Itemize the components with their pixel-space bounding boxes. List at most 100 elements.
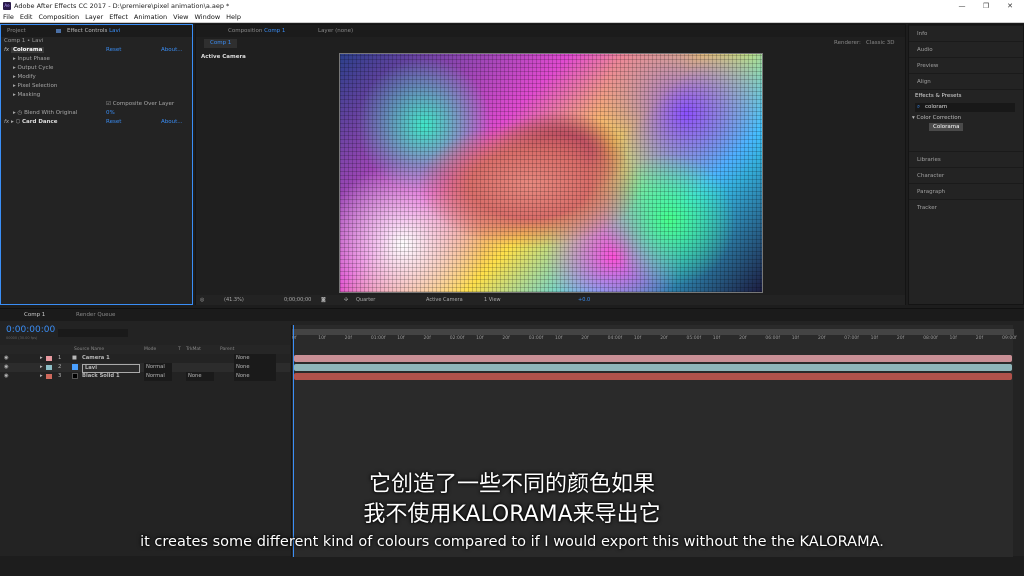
panel-character[interactable]: Character bbox=[909, 167, 1023, 183]
menu-composition[interactable]: Composition bbox=[35, 12, 82, 23]
about-button[interactable]: About... bbox=[161, 46, 183, 55]
ruler-tick-label: 20f bbox=[502, 336, 510, 341]
menu-layer[interactable]: Layer bbox=[82, 12, 106, 23]
lock-icon bbox=[56, 29, 61, 33]
magnify-icon[interactable]: ◎ bbox=[200, 295, 204, 305]
eye-icon[interactable]: ◉ bbox=[4, 363, 9, 372]
prop-input-phase[interactable]: ▸ Input Phase bbox=[1, 55, 192, 64]
panel-paragraph[interactable]: Paragraph bbox=[909, 183, 1023, 199]
layer-bar-camera[interactable] bbox=[294, 355, 1012, 362]
menu-animation[interactable]: Animation bbox=[131, 12, 170, 23]
ruler-tick-label: 10f bbox=[791, 336, 799, 341]
trkmat-dropdown[interactable]: None bbox=[186, 372, 214, 381]
layer-row[interactable]: ◉ ▸ 2 Lavi Normal None bbox=[0, 363, 290, 373]
subtitle-zh-line-1: 它创造了一些不同的颜色如果 bbox=[368, 472, 655, 497]
ruler-tick-label: 08:00f bbox=[923, 336, 938, 341]
mode-dropdown[interactable]: Normal bbox=[144, 372, 172, 381]
parent-dropdown[interactable]: None bbox=[234, 354, 276, 363]
menu-file[interactable]: File bbox=[0, 12, 17, 23]
solid-icon bbox=[72, 373, 78, 379]
layer-bar-lavi[interactable] bbox=[294, 364, 1012, 371]
time-ruler[interactable]: 0f 10f 20f 01:00f 10f 20f 02:00f 10f 20f 03:00f 10… bbox=[292, 336, 1017, 346]
color-icon[interactable]: ✣ bbox=[344, 295, 348, 305]
prop-output-cycle[interactable]: ▸ Output Cycle bbox=[1, 64, 192, 73]
ruler-tick-label: 20f bbox=[896, 336, 905, 341]
layer-name: Camera 1 bbox=[82, 355, 110, 361]
menu-window[interactable]: Window bbox=[192, 12, 224, 23]
effect-row-card-dance[interactable]: fx ▸ ⬡ Card Dance Reset About... bbox=[1, 118, 192, 127]
minimize-button[interactable]: — bbox=[950, 0, 974, 12]
prop-masking[interactable]: ▸ Masking bbox=[1, 91, 192, 100]
ruler-tick-label: 10f bbox=[555, 336, 563, 341]
tab-layer[interactable]: Layer (none) bbox=[318, 26, 353, 36]
effects-search-input[interactable]: coloram bbox=[915, 103, 1015, 112]
panel-tracker[interactable]: Tracker bbox=[909, 199, 1023, 215]
effect-row-colorama[interactable]: fx Colorama Reset About... bbox=[1, 46, 192, 55]
prop-pixel-selection[interactable]: ▸ Pixel Selection bbox=[1, 82, 192, 91]
eye-icon[interactable]: ◉ bbox=[4, 372, 9, 381]
composition-viewer[interactable] bbox=[339, 53, 763, 293]
composite-checkbox[interactable]: ☑ Composite Over Layer bbox=[1, 100, 192, 109]
label-color[interactable] bbox=[46, 356, 52, 361]
menu-effect[interactable]: Effect bbox=[106, 12, 131, 23]
camera-snapshot-icon[interactable]: ◙ bbox=[321, 295, 326, 305]
layer-search-input[interactable] bbox=[58, 329, 128, 337]
tab-effect-controls[interactable]: Effect Controls Lavi bbox=[67, 26, 120, 36]
comp-subtab[interactable]: Comp 1 bbox=[204, 39, 238, 48]
menu-view[interactable]: View bbox=[170, 12, 191, 23]
eye-icon[interactable]: ◉ bbox=[4, 354, 9, 363]
parent-dropdown[interactable]: None bbox=[234, 363, 276, 372]
maximize-button[interactable]: ❐ bbox=[974, 0, 998, 12]
tab-composition[interactable]: Composition Comp 1 bbox=[228, 26, 285, 36]
panel-preview[interactable]: Preview bbox=[909, 57, 1023, 73]
frame-rate: 00000 (30.00 fps) bbox=[6, 336, 38, 340]
composition-panel: Composition Comp 1 Layer (none) Comp 1 R… bbox=[195, 24, 906, 305]
reset-button[interactable]: Reset bbox=[106, 118, 121, 127]
ruler-tick-label: 20f bbox=[423, 336, 431, 341]
ruler-tick-label: 10f bbox=[633, 336, 642, 341]
exposure-value[interactable]: +0.0 bbox=[578, 295, 590, 305]
panel-align[interactable]: Align bbox=[909, 73, 1023, 89]
ruler-tick-label: 10f bbox=[397, 336, 405, 341]
tab-project[interactable]: Project bbox=[7, 26, 26, 36]
ruler-tick-label: 06:00f bbox=[765, 336, 780, 341]
zoom-dropdown[interactable]: (41.3%) bbox=[224, 295, 244, 305]
panel-info[interactable]: Info bbox=[909, 25, 1023, 41]
current-timecode[interactable]: 0:00:00:00 bbox=[6, 325, 55, 335]
layer-bar-solid[interactable] bbox=[294, 373, 1012, 380]
renderer-value[interactable]: Classic 3D bbox=[866, 40, 895, 46]
ruler-tick-label: 03:00f bbox=[528, 336, 544, 341]
ruler-tick-label: 20f bbox=[344, 336, 352, 341]
about-button[interactable]: About... bbox=[161, 118, 183, 127]
mode-dropdown[interactable]: Normal bbox=[144, 363, 172, 372]
views-dropdown[interactable]: 1 View bbox=[484, 295, 501, 305]
effect-name: Colorama bbox=[10, 47, 45, 53]
result-colorama[interactable]: Colorama bbox=[929, 123, 964, 131]
category-color-correction[interactable]: ▾ Color Correction bbox=[912, 114, 961, 123]
work-area-bar[interactable] bbox=[292, 329, 1014, 335]
parent-dropdown[interactable]: None bbox=[234, 372, 276, 381]
menu-edit[interactable]: Edit bbox=[17, 12, 36, 23]
ruler-tick-label: 07:00f bbox=[844, 336, 859, 341]
camera-dropdown[interactable]: Active Camera bbox=[426, 295, 463, 305]
panel-libraries[interactable]: Libraries bbox=[909, 151, 1023, 167]
label-color[interactable] bbox=[46, 374, 52, 379]
menu-help[interactable]: Help bbox=[223, 12, 244, 23]
layer-row[interactable]: ◉ ▸ 3 Black Solid 1 Normal None None bbox=[0, 372, 290, 381]
close-button[interactable]: ✕ bbox=[998, 0, 1022, 12]
resolution-dropdown[interactable]: Quarter bbox=[356, 295, 375, 305]
reset-button[interactable]: Reset bbox=[106, 46, 121, 55]
tab-render-queue[interactable]: Render Queue bbox=[76, 310, 115, 320]
effects-presets-title: Effects & Presets bbox=[915, 93, 962, 99]
tab-comp-1[interactable]: Comp 1 bbox=[24, 310, 45, 320]
layer-row[interactable]: ◉ ▸ 1 ■ Camera 1 None bbox=[0, 354, 290, 363]
label-color[interactable] bbox=[46, 365, 52, 370]
panel-audio[interactable]: Audio bbox=[909, 41, 1023, 57]
ruler-tick-label: 20f bbox=[660, 336, 668, 341]
timecode-display[interactable]: 0;00;00;00 bbox=[284, 295, 311, 305]
prop-modify[interactable]: ▸ Modify bbox=[1, 73, 192, 82]
subtitle-zh-line-2: 我不使用KALORAMA来导出它 bbox=[363, 502, 661, 527]
ruler-tick-label: 01:00f bbox=[370, 336, 386, 341]
pixel-grid-overlay bbox=[340, 54, 762, 292]
prop-blend[interactable]: ▸ ◷ Blend With Original 0% bbox=[1, 109, 192, 118]
